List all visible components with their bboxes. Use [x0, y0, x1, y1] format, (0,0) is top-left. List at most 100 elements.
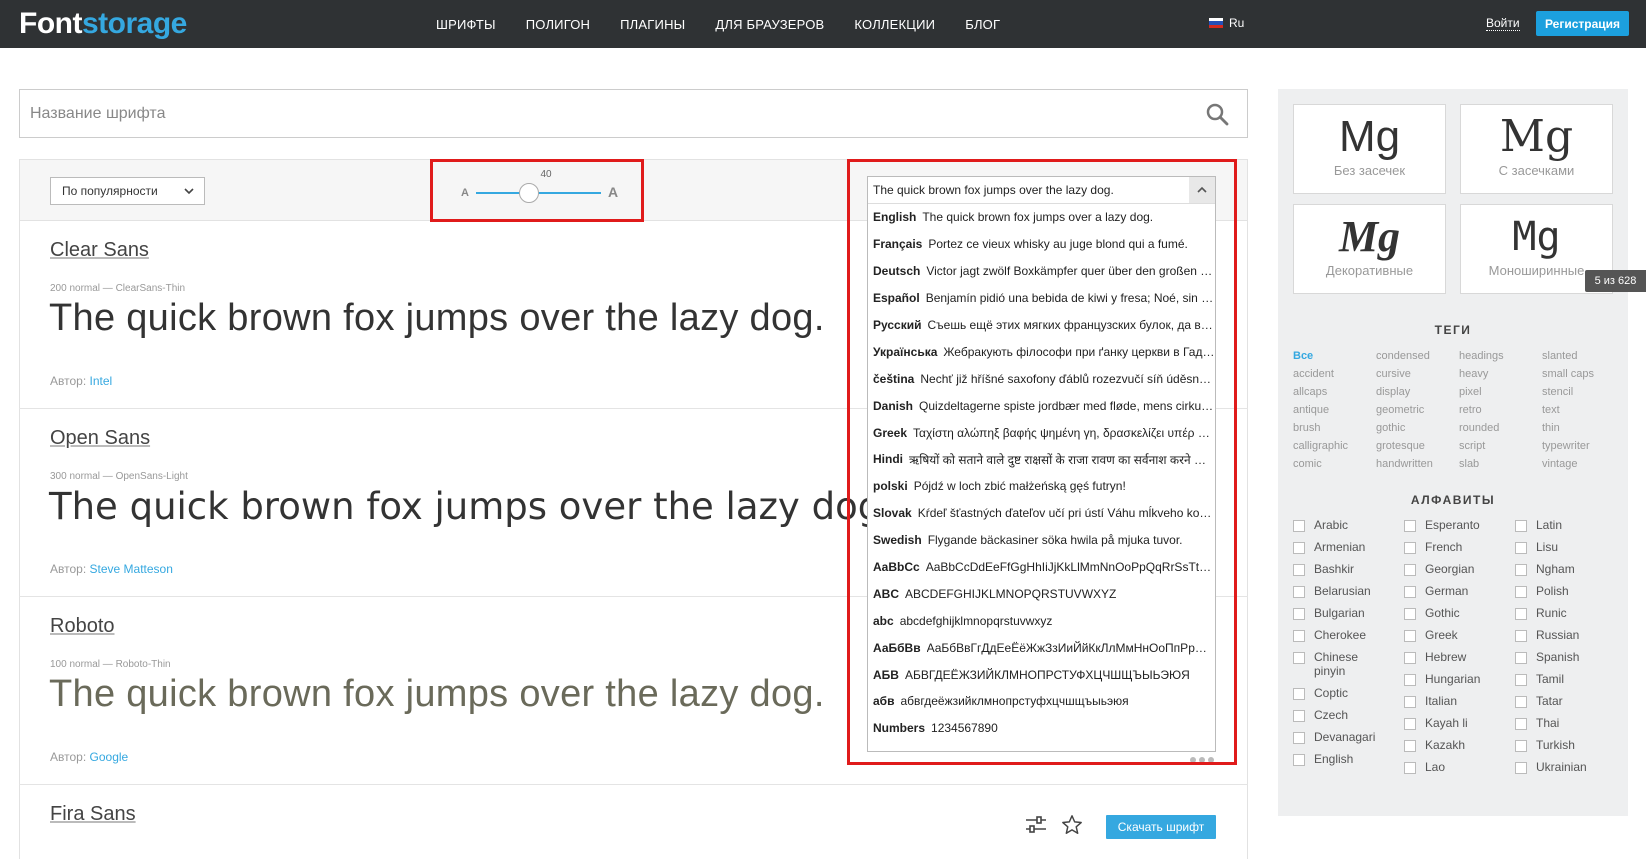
alphabet-filter-polish[interactable]: Polish [1515, 584, 1626, 606]
tag-handwritten[interactable]: handwritten [1376, 455, 1459, 473]
tag-antique[interactable]: antique [1293, 401, 1376, 419]
checkbox[interactable] [1404, 762, 1416, 774]
sort-select[interactable]: По популярности [50, 177, 205, 205]
nav-collections[interactable]: КОЛЛЕКЦИИ [854, 17, 935, 32]
nav-browsers[interactable]: ДЛЯ БРАУЗЕРОВ [715, 17, 824, 32]
sample-text-option[interactable]: ABC ABCDEFGHIJKLMNOPQRSTUVWXYZ [868, 580, 1215, 607]
checkbox[interactable] [1404, 542, 1416, 554]
sample-text-option[interactable]: Swedish Flygande bäckasiner söka hwila på… [868, 527, 1215, 554]
checkbox[interactable] [1404, 652, 1416, 664]
alphabet-filter-belarusian[interactable]: Belarusian [1293, 584, 1404, 606]
fontstorage-logo[interactable]: Fontstorage [19, 7, 187, 41]
alphabet-filter-latin[interactable]: Latin [1515, 518, 1626, 540]
checkbox[interactable] [1515, 520, 1527, 532]
alphabet-filter-runic[interactable]: Runic [1515, 606, 1626, 628]
checkbox[interactable] [1515, 762, 1527, 774]
tag-small-caps[interactable]: small caps [1542, 365, 1625, 383]
checkbox[interactable] [1404, 520, 1416, 532]
tag-geometric[interactable]: geometric [1376, 401, 1459, 419]
checkbox[interactable] [1404, 608, 1416, 620]
search-icon[interactable] [1205, 102, 1229, 126]
alphabet-filter-spanish[interactable]: Spanish [1515, 650, 1626, 672]
slider-thumb[interactable] [519, 183, 539, 203]
alphabet-filter-ngham[interactable]: Ngham [1515, 562, 1626, 584]
checkbox[interactable] [1515, 586, 1527, 598]
alphabet-filter-hebrew[interactable]: Hebrew [1404, 650, 1515, 672]
sample-text-option[interactable]: Українська Жебракують філософи при ґанку … [868, 338, 1215, 365]
alphabet-filter-french[interactable]: French [1404, 540, 1515, 562]
tag-text[interactable]: text [1542, 401, 1625, 419]
alphabet-filter-thai[interactable]: Thai [1515, 716, 1626, 738]
tag-gothic[interactable]: gothic [1376, 419, 1459, 437]
alphabet-filter-tatar[interactable]: Tatar [1515, 694, 1626, 716]
checkbox[interactable] [1404, 564, 1416, 576]
checkbox[interactable] [1293, 630, 1305, 642]
tag-brush[interactable]: brush [1293, 419, 1376, 437]
nav-plugins[interactable]: ПЛАГИНЫ [620, 17, 685, 32]
sample-text-option[interactable]: Deutsch Victor jagt zwölf Boxkämpfer quer… [868, 258, 1215, 285]
settings-sliders-icon[interactable] [1025, 815, 1047, 835]
font-name-link[interactable]: Roboto [50, 615, 115, 638]
sample-text-option[interactable]: Numbers 1234567890 [868, 715, 1215, 742]
tag-script[interactable]: script [1459, 437, 1542, 455]
checkbox[interactable] [1515, 542, 1527, 554]
alphabet-filter-cherokee[interactable]: Cherokee [1293, 628, 1404, 650]
checkbox[interactable] [1404, 718, 1416, 730]
checkbox[interactable] [1404, 740, 1416, 752]
alphabet-filter-lao[interactable]: Lao [1404, 760, 1515, 782]
font-name-link[interactable]: Open Sans [50, 427, 150, 450]
checkbox[interactable] [1515, 564, 1527, 576]
sample-text-dropdown[interactable]: The quick brown fox jumps over the lazy … [867, 176, 1216, 752]
alphabet-filter-arabic[interactable]: Arabic [1293, 518, 1404, 540]
alphabet-filter-greek[interactable]: Greek [1404, 628, 1515, 650]
alphabet-filter-armenian[interactable]: Armenian [1293, 540, 1404, 562]
alphabet-filter-devanagari[interactable]: Devanagari [1293, 730, 1404, 752]
alphabet-filter-gothic[interactable]: Gothic [1404, 606, 1515, 628]
checkbox[interactable] [1293, 520, 1305, 532]
sample-text-option[interactable]: абв абвгдеёжзийклмнопрстуфхцчшщъыьэюя [868, 688, 1215, 715]
alphabet-filter-kayah-li[interactable]: Kayah li [1404, 716, 1515, 738]
alphabet-filter-georgian[interactable]: Georgian [1404, 562, 1515, 584]
checkbox[interactable] [1293, 564, 1305, 576]
tag-vintage[interactable]: vintage [1542, 455, 1625, 473]
checkbox[interactable] [1515, 674, 1527, 686]
sample-text-option[interactable]: polski Pójdź w loch zbić małżeńską gęś fu… [868, 473, 1215, 500]
sample-text-option[interactable]: Español Benjamín pidió una bebida de kiwi… [868, 285, 1215, 312]
sample-text-option[interactable]: АБВ АБВГДЕЁЖЗИЙКЛМНОПРСТУФХЦЧШЩЪЫЬЭЮЯ [868, 661, 1215, 688]
tag-condensed[interactable]: condensed [1376, 347, 1459, 365]
sample-text-option[interactable]: čeština Nechť již hříšné saxofony ďáblů r… [868, 365, 1215, 392]
tag-stencil[interactable]: stencil [1542, 383, 1625, 401]
language-selector[interactable]: Ru [1209, 16, 1244, 30]
checkbox[interactable] [1293, 732, 1305, 744]
checkbox[interactable] [1515, 740, 1527, 752]
sample-text-option[interactable]: Danish Quizdeltagerne spiste jordbær med … [868, 392, 1215, 419]
chevron-up-icon[interactable] [1189, 177, 1215, 203]
alphabet-filter-lisu[interactable]: Lisu [1515, 540, 1626, 562]
checkbox[interactable] [1515, 630, 1527, 642]
checkbox[interactable] [1293, 652, 1305, 664]
alphabet-filter-esperanto[interactable]: Esperanto [1404, 518, 1515, 540]
checkbox[interactable] [1293, 710, 1305, 722]
alphabet-filter-czech[interactable]: Czech [1293, 708, 1404, 730]
tag-grotesque[interactable]: grotesque [1376, 437, 1459, 455]
tag-cursive[interactable]: cursive [1376, 365, 1459, 383]
nav-fonts[interactable]: ШРИФТЫ [436, 17, 496, 32]
author-link[interactable]: Intel [90, 374, 113, 388]
tag-thin[interactable]: thin [1542, 419, 1625, 437]
checkbox[interactable] [1404, 586, 1416, 598]
sample-text-option[interactable]: abc abcdefghijklmnopqrstuvwxyz [868, 607, 1215, 634]
alphabet-filter-coptic[interactable]: Coptic [1293, 686, 1404, 708]
sample-text-option[interactable]: Русский Съешь ещё этих мягких французских… [868, 312, 1215, 339]
nav-polygon[interactable]: ПОЛИГОН [526, 17, 590, 32]
alphabet-filter-bulgarian[interactable]: Bulgarian [1293, 606, 1404, 628]
download-font-button[interactable]: Скачать шрифт [1106, 815, 1216, 839]
font-name-link[interactable]: Clear Sans [50, 239, 149, 262]
category-sans-serif[interactable]: Mg Без засечек [1293, 104, 1446, 194]
checkbox[interactable] [1515, 696, 1527, 708]
tag-accident[interactable]: accident [1293, 365, 1376, 383]
tag-allcaps[interactable]: allcaps [1293, 383, 1376, 401]
checkbox[interactable] [1293, 754, 1305, 766]
alphabet-filter-chinese-pinyin[interactable]: Chinese pinyin [1293, 650, 1404, 686]
tag-headings[interactable]: headings [1459, 347, 1542, 365]
category-decorative[interactable]: Mg Декоративные [1293, 204, 1446, 294]
